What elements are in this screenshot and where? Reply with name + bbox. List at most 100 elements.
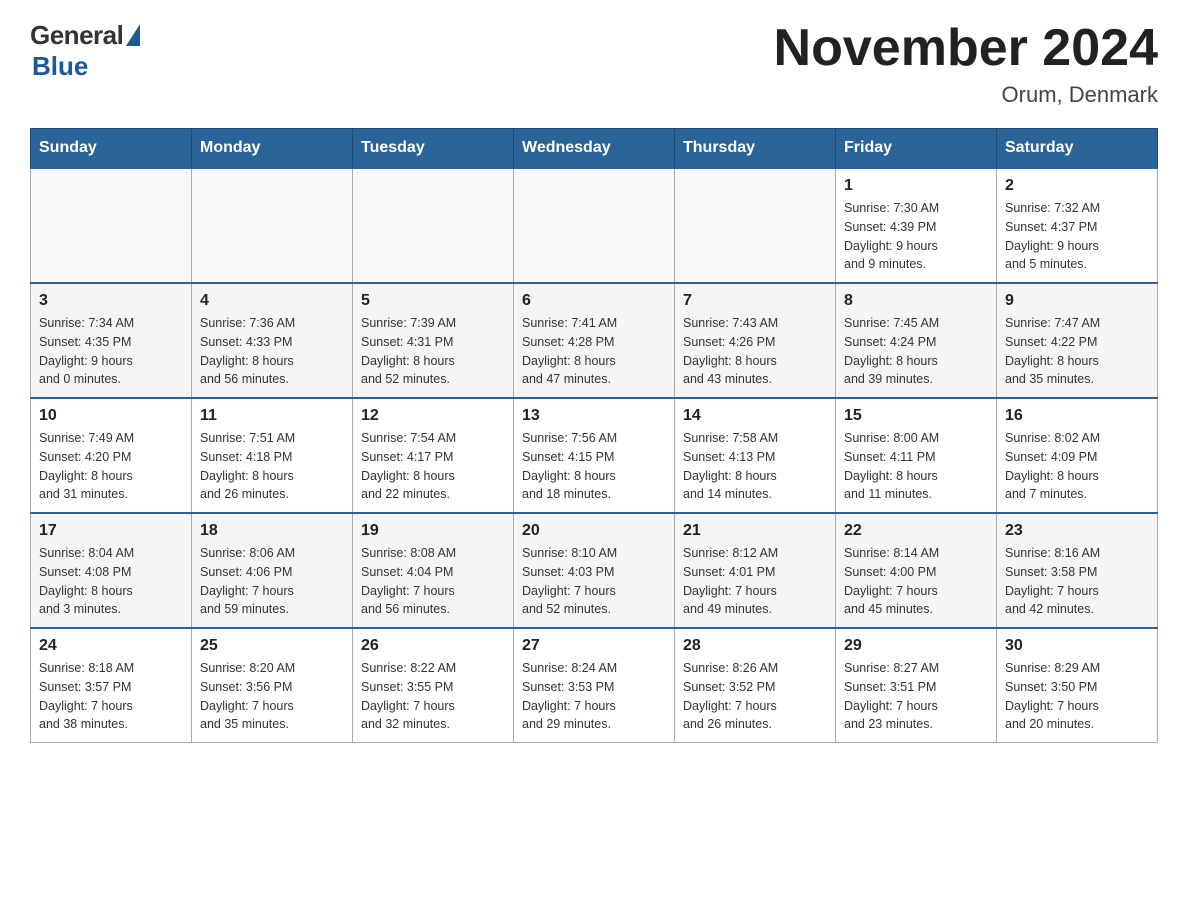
calendar-cell: 7 Sunrise: 7:43 AM Sunset: 4:26 PM Daylig… [675, 283, 836, 398]
day-info: Sunrise: 8:29 AM Sunset: 3:50 PM Dayligh… [1005, 659, 1149, 734]
week-row-2: 10 Sunrise: 7:49 AM Sunset: 4:20 PM Dayli… [31, 398, 1158, 513]
day-info: Sunrise: 8:16 AM Sunset: 3:58 PM Dayligh… [1005, 544, 1149, 619]
calendar-cell: 16 Sunrise: 8:02 AM Sunset: 4:09 PM Dayli… [997, 398, 1158, 513]
header-friday: Friday [836, 129, 997, 169]
calendar-cell [31, 168, 192, 283]
calendar-cell: 28 Sunrise: 8:26 AM Sunset: 3:52 PM Dayli… [675, 628, 836, 743]
calendar-cell [514, 168, 675, 283]
day-info: Sunrise: 7:56 AM Sunset: 4:15 PM Dayligh… [522, 429, 666, 504]
page-header: General Blue November 2024 Orum, Denmark [30, 20, 1158, 108]
logo-general-text: General [30, 20, 123, 51]
header-wednesday: Wednesday [514, 129, 675, 169]
day-number: 20 [522, 522, 666, 540]
calendar-cell: 18 Sunrise: 8:06 AM Sunset: 4:06 PM Dayli… [192, 513, 353, 628]
day-number: 16 [1005, 407, 1149, 425]
calendar-cell: 2 Sunrise: 7:32 AM Sunset: 4:37 PM Daylig… [997, 168, 1158, 283]
day-info: Sunrise: 8:22 AM Sunset: 3:55 PM Dayligh… [361, 659, 505, 734]
day-info: Sunrise: 7:39 AM Sunset: 4:31 PM Dayligh… [361, 314, 505, 389]
day-number: 30 [1005, 637, 1149, 655]
day-info: Sunrise: 7:49 AM Sunset: 4:20 PM Dayligh… [39, 429, 183, 504]
calendar-cell: 27 Sunrise: 8:24 AM Sunset: 3:53 PM Dayli… [514, 628, 675, 743]
header-sunday: Sunday [31, 129, 192, 169]
calendar-cell: 21Sunrise: 8:12 AM Sunset: 4:01 PM Dayli… [675, 513, 836, 628]
day-info: Sunrise: 8:14 AM Sunset: 4:00 PM Dayligh… [844, 544, 988, 619]
calendar-cell: 12Sunrise: 7:54 AM Sunset: 4:17 PM Dayli… [353, 398, 514, 513]
day-number: 14 [683, 407, 827, 425]
calendar-cell: 29 Sunrise: 8:27 AM Sunset: 3:51 PM Dayli… [836, 628, 997, 743]
day-info: Sunrise: 8:26 AM Sunset: 3:52 PM Dayligh… [683, 659, 827, 734]
week-row-1: 3 Sunrise: 7:34 AM Sunset: 4:35 PM Daylig… [31, 283, 1158, 398]
calendar-cell: 13 Sunrise: 7:56 AM Sunset: 4:15 PM Dayli… [514, 398, 675, 513]
day-info: Sunrise: 7:58 AM Sunset: 4:13 PM Dayligh… [683, 429, 827, 504]
day-info: Sunrise: 7:34 AM Sunset: 4:35 PM Dayligh… [39, 314, 183, 389]
day-info: Sunrise: 7:41 AM Sunset: 4:28 PM Dayligh… [522, 314, 666, 389]
day-number: 6 [522, 292, 666, 310]
day-info: Sunrise: 7:51 AM Sunset: 4:18 PM Dayligh… [200, 429, 344, 504]
day-number: 9 [1005, 292, 1149, 310]
logo-triangle-icon [126, 24, 140, 46]
week-row-3: 17Sunrise: 8:04 AM Sunset: 4:08 PM Dayli… [31, 513, 1158, 628]
day-info: Sunrise: 8:24 AM Sunset: 3:53 PM Dayligh… [522, 659, 666, 734]
header-tuesday: Tuesday [353, 129, 514, 169]
day-number: 25 [200, 637, 344, 655]
calendar-cell: 5 Sunrise: 7:39 AM Sunset: 4:31 PM Daylig… [353, 283, 514, 398]
calendar-cell: 22Sunrise: 8:14 AM Sunset: 4:00 PM Dayli… [836, 513, 997, 628]
day-info: Sunrise: 7:47 AM Sunset: 4:22 PM Dayligh… [1005, 314, 1149, 389]
calendar-cell: 26Sunrise: 8:22 AM Sunset: 3:55 PM Dayli… [353, 628, 514, 743]
day-info: Sunrise: 7:45 AM Sunset: 4:24 PM Dayligh… [844, 314, 988, 389]
calendar-cell: 14 Sunrise: 7:58 AM Sunset: 4:13 PM Dayli… [675, 398, 836, 513]
day-info: Sunrise: 8:02 AM Sunset: 4:09 PM Dayligh… [1005, 429, 1149, 504]
calendar-cell: 17Sunrise: 8:04 AM Sunset: 4:08 PM Dayli… [31, 513, 192, 628]
day-number: 13 [522, 407, 666, 425]
day-number: 17 [39, 522, 183, 540]
calendar-cell: 19Sunrise: 8:08 AM Sunset: 4:04 PM Dayli… [353, 513, 514, 628]
day-number: 24 [39, 637, 183, 655]
day-info: Sunrise: 8:20 AM Sunset: 3:56 PM Dayligh… [200, 659, 344, 734]
day-number: 5 [361, 292, 505, 310]
day-number: 15 [844, 407, 988, 425]
logo-blue-text: Blue [32, 51, 88, 82]
weekday-header-row: Sunday Monday Tuesday Wednesday Thursday… [31, 129, 1158, 169]
calendar-cell [192, 168, 353, 283]
calendar-cell: 3 Sunrise: 7:34 AM Sunset: 4:35 PM Daylig… [31, 283, 192, 398]
calendar-cell [675, 168, 836, 283]
day-info: Sunrise: 8:18 AM Sunset: 3:57 PM Dayligh… [39, 659, 183, 734]
calendar-cell: 30 Sunrise: 8:29 AM Sunset: 3:50 PM Dayli… [997, 628, 1158, 743]
day-info: Sunrise: 8:27 AM Sunset: 3:51 PM Dayligh… [844, 659, 988, 734]
day-number: 29 [844, 637, 988, 655]
day-info: Sunrise: 7:43 AM Sunset: 4:26 PM Dayligh… [683, 314, 827, 389]
day-number: 10 [39, 407, 183, 425]
day-number: 28 [683, 637, 827, 655]
calendar-cell: 25 Sunrise: 8:20 AM Sunset: 3:56 PM Dayli… [192, 628, 353, 743]
week-row-0: 1 Sunrise: 7:30 AM Sunset: 4:39 PM Daylig… [31, 168, 1158, 283]
title-section: November 2024 Orum, Denmark [774, 20, 1158, 108]
day-info: Sunrise: 7:36 AM Sunset: 4:33 PM Dayligh… [200, 314, 344, 389]
logo: General Blue [30, 20, 140, 82]
day-number: 4 [200, 292, 344, 310]
header-monday: Monday [192, 129, 353, 169]
calendar-cell: 9 Sunrise: 7:47 AM Sunset: 4:22 PM Daylig… [997, 283, 1158, 398]
day-info: Sunrise: 7:30 AM Sunset: 4:39 PM Dayligh… [844, 199, 988, 274]
day-number: 3 [39, 292, 183, 310]
day-number: 21 [683, 522, 827, 540]
calendar-cell: 8 Sunrise: 7:45 AM Sunset: 4:24 PM Daylig… [836, 283, 997, 398]
day-number: 11 [200, 407, 344, 425]
day-number: 23 [1005, 522, 1149, 540]
day-number: 27 [522, 637, 666, 655]
day-info: Sunrise: 8:06 AM Sunset: 4:06 PM Dayligh… [200, 544, 344, 619]
day-number: 12 [361, 407, 505, 425]
week-row-4: 24 Sunrise: 8:18 AM Sunset: 3:57 PM Dayli… [31, 628, 1158, 743]
calendar-table: Sunday Monday Tuesday Wednesday Thursday… [30, 128, 1158, 743]
day-info: Sunrise: 7:32 AM Sunset: 4:37 PM Dayligh… [1005, 199, 1149, 274]
day-number: 1 [844, 177, 988, 195]
day-number: 18 [200, 522, 344, 540]
day-info: Sunrise: 8:00 AM Sunset: 4:11 PM Dayligh… [844, 429, 988, 504]
location-text: Orum, Denmark [774, 82, 1158, 108]
day-number: 7 [683, 292, 827, 310]
month-title: November 2024 [774, 20, 1158, 77]
calendar-cell: 24 Sunrise: 8:18 AM Sunset: 3:57 PM Dayli… [31, 628, 192, 743]
day-number: 2 [1005, 177, 1149, 195]
header-thursday: Thursday [675, 129, 836, 169]
day-number: 19 [361, 522, 505, 540]
day-number: 8 [844, 292, 988, 310]
